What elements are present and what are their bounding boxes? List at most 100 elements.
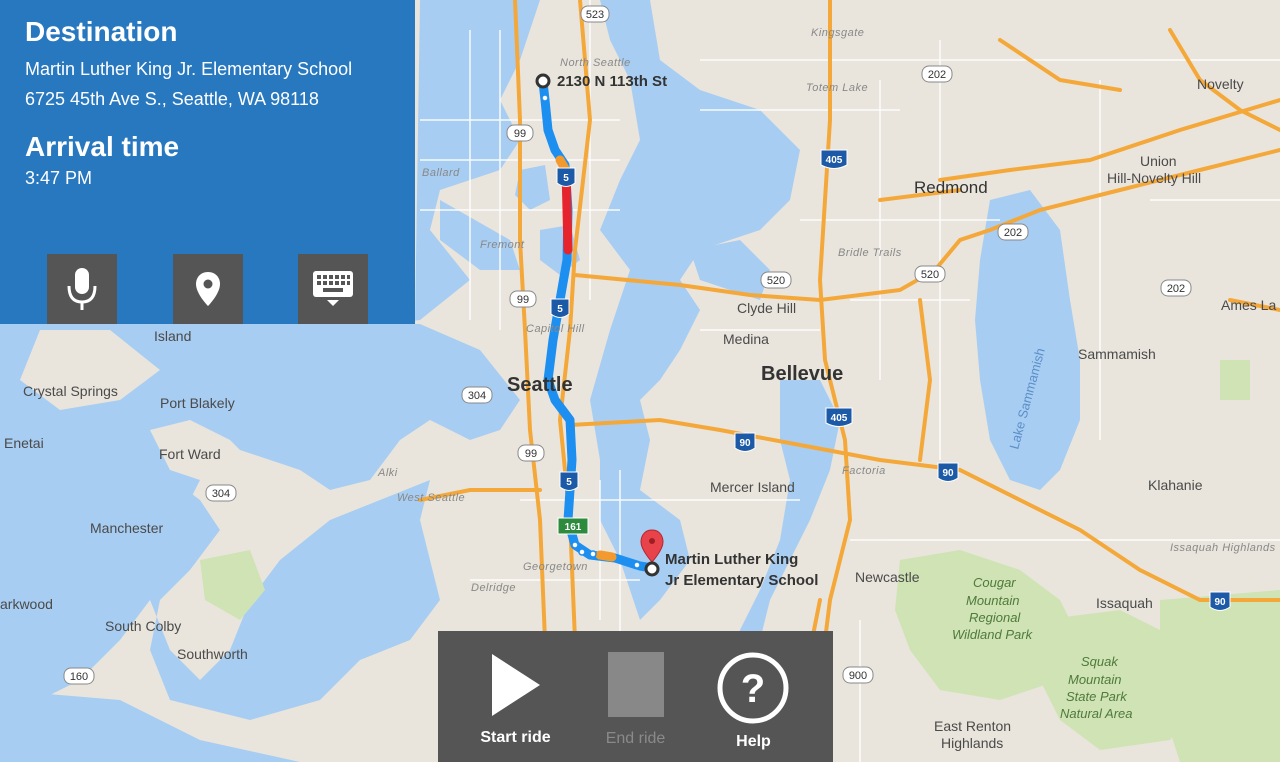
district-label: Kingsgate bbox=[811, 27, 864, 39]
interstate-shield-icon: 5 bbox=[556, 167, 576, 187]
help-icon: ? bbox=[717, 652, 789, 724]
state-route-shield-icon: 202 bbox=[1160, 279, 1192, 297]
location-input-button[interactable] bbox=[173, 254, 243, 324]
svg-text:520: 520 bbox=[767, 275, 785, 287]
town-label: Island bbox=[154, 328, 191, 344]
district-label: Factoria bbox=[842, 465, 886, 477]
district-label: Alki bbox=[377, 467, 398, 479]
svg-text:5: 5 bbox=[563, 173, 569, 184]
town-label: Novelty bbox=[1197, 76, 1244, 92]
svg-text:523: 523 bbox=[586, 9, 604, 21]
state-route-shield-icon: 304 bbox=[205, 484, 237, 502]
svg-text:5: 5 bbox=[557, 304, 563, 315]
svg-text:405: 405 bbox=[826, 155, 843, 166]
park-label: Regional bbox=[969, 610, 1021, 625]
svg-text:520: 520 bbox=[921, 269, 939, 281]
interstate-shield-icon: 90 bbox=[937, 462, 959, 482]
park-label: Cougar bbox=[973, 575, 1016, 590]
voice-input-button[interactable] bbox=[47, 254, 117, 324]
microphone-icon bbox=[67, 268, 97, 310]
state-route-shield-icon: 161 bbox=[557, 517, 589, 535]
interstate-shield-icon: 405 bbox=[825, 407, 853, 427]
state-route-shield-icon: 202 bbox=[921, 65, 953, 83]
state-route-shield-icon: 900 bbox=[842, 666, 874, 684]
town-label: Sammamish bbox=[1078, 346, 1156, 362]
svg-text:161: 161 bbox=[565, 522, 582, 533]
city-label: Redmond bbox=[914, 178, 988, 197]
town-label: Highlands bbox=[941, 735, 1003, 751]
start-ride-label: Start ride bbox=[480, 729, 551, 746]
svg-text:90: 90 bbox=[1214, 597, 1226, 608]
city-label: Bellevue bbox=[761, 363, 843, 385]
district-label: Capitol Hill bbox=[526, 323, 585, 335]
arrival-heading: Arrival time bbox=[25, 131, 180, 162]
state-route-shield-icon: 304 bbox=[461, 386, 493, 404]
district-label: Delridge bbox=[471, 582, 516, 594]
state-route-shield-icon: 99 bbox=[517, 444, 545, 462]
park-label: State Park bbox=[1066, 689, 1128, 704]
town-label: arkwood bbox=[0, 596, 53, 612]
location-pin-icon bbox=[196, 272, 220, 306]
town-label: Port Blakely bbox=[160, 395, 235, 411]
destination-panel: Destination Martin Luther King Jr. Eleme… bbox=[0, 0, 415, 324]
park-label: Wildland Park bbox=[952, 627, 1034, 642]
town-label: Hill-Novelty Hill bbox=[1107, 170, 1201, 186]
svg-text:304: 304 bbox=[212, 488, 230, 500]
svg-text:90: 90 bbox=[942, 468, 954, 479]
town-label: Union bbox=[1140, 153, 1177, 169]
state-route-shield-icon: 160 bbox=[63, 667, 95, 685]
destination-name: Martin Luther King Jr. Elementary School bbox=[25, 59, 353, 79]
svg-text:202: 202 bbox=[928, 69, 946, 81]
svg-text:99: 99 bbox=[525, 448, 537, 460]
city-label: Seattle bbox=[507, 374, 573, 396]
origin-label: 2130 N 113th St bbox=[557, 73, 667, 90]
district-label: Totem Lake bbox=[806, 82, 868, 94]
interstate-shield-icon: 5 bbox=[550, 298, 570, 318]
town-label: Klahanie bbox=[1148, 477, 1203, 493]
svg-text:202: 202 bbox=[1004, 227, 1022, 239]
destination-label-line1: Martin Luther King bbox=[665, 551, 798, 568]
town-label: Southworth bbox=[177, 646, 248, 662]
svg-text:90: 90 bbox=[739, 438, 751, 449]
svg-text:405: 405 bbox=[831, 413, 848, 424]
park-label: Mountain bbox=[966, 593, 1019, 608]
svg-text:202: 202 bbox=[1167, 283, 1185, 295]
play-icon bbox=[492, 654, 540, 716]
district-label: North Seattle bbox=[560, 57, 631, 69]
town-label: Mercer Island bbox=[710, 479, 795, 495]
state-route-shield-icon: 523 bbox=[580, 5, 610, 23]
keyboard-input-button[interactable] bbox=[298, 254, 368, 324]
svg-text:?: ? bbox=[741, 667, 765, 711]
town-label: Fort Ward bbox=[159, 446, 221, 462]
destination-label-line2: Jr Elementary School bbox=[665, 572, 818, 589]
destination-address: 6725 45th Ave S., Seattle, WA 98118 bbox=[25, 89, 319, 109]
svg-text:99: 99 bbox=[514, 128, 526, 140]
keyboard-icon bbox=[313, 271, 353, 306]
interstate-shield-icon: 90 bbox=[1209, 591, 1231, 611]
town-label: Enetai bbox=[4, 435, 44, 451]
park-label: Mountain bbox=[1068, 672, 1121, 687]
town-label: Manchester bbox=[90, 520, 163, 536]
arrival-time: 3:47 PM bbox=[25, 168, 93, 188]
state-route-shield-icon: 520 bbox=[760, 271, 792, 289]
state-route-shield-icon: 99 bbox=[506, 124, 534, 142]
svg-text:5: 5 bbox=[566, 477, 572, 488]
town-label: Crystal Springs bbox=[23, 383, 118, 399]
destination-heading: Destination bbox=[25, 16, 178, 47]
help-button[interactable]: ? Help bbox=[706, 631, 801, 762]
ride-control-bar: Start ride End ride ? Help bbox=[438, 631, 833, 762]
district-label: Georgetown bbox=[523, 561, 588, 573]
town-label: Medina bbox=[723, 331, 769, 347]
interstate-shield-icon: 405 bbox=[820, 149, 848, 169]
svg-text:900: 900 bbox=[849, 670, 867, 682]
origin-marker-icon bbox=[535, 73, 551, 89]
district-label: West Seattle bbox=[397, 492, 465, 504]
district-label: Bridle Trails bbox=[838, 247, 902, 259]
start-ride-button[interactable]: Start ride bbox=[468, 631, 563, 762]
town-label: East Renton bbox=[934, 718, 1011, 734]
town-label: South Colby bbox=[105, 618, 181, 634]
svg-text:99: 99 bbox=[517, 294, 529, 306]
park-label: Natural Area bbox=[1060, 706, 1133, 721]
help-label: Help bbox=[736, 733, 771, 750]
state-route-shield-icon: 99 bbox=[509, 290, 537, 308]
